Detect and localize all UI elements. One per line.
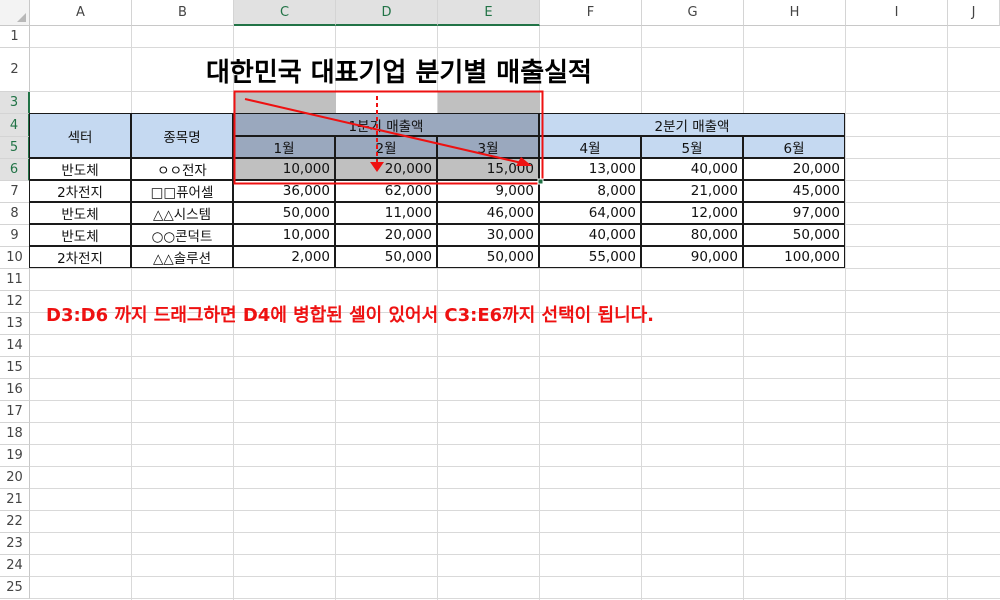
row-header-5[interactable]: 5: [0, 137, 30, 159]
cell-value[interactable]: 50,000: [335, 246, 437, 268]
cell-sector[interactable]: 반도체: [29, 158, 131, 180]
cell-value[interactable]: 21,000: [641, 180, 743, 202]
row-header-3[interactable]: 3: [0, 92, 30, 114]
column-header-a[interactable]: A: [30, 0, 132, 26]
cell-value[interactable]: 100,000: [743, 246, 845, 268]
cell-value[interactable]: 46,000: [437, 202, 539, 224]
row-header-21[interactable]: 21: [0, 489, 30, 511]
cell-e3[interactable]: [438, 92, 540, 114]
cell-value[interactable]: 10,000: [233, 158, 335, 180]
cell-sector[interactable]: 2차전지: [29, 246, 131, 268]
cell-value[interactable]: 13,000: [539, 158, 641, 180]
row-header-2[interactable]: 2: [0, 48, 30, 92]
row-header-19[interactable]: 19: [0, 445, 30, 467]
row-header-7[interactable]: 7: [0, 181, 30, 203]
header-month-4[interactable]: 4월: [539, 136, 641, 158]
column-header-d[interactable]: D: [336, 0, 438, 26]
cell-stock[interactable]: □□퓨어셀: [131, 180, 233, 202]
column-header-b[interactable]: B: [132, 0, 234, 26]
cell-sector[interactable]: 2차전지: [29, 180, 131, 202]
cell-value[interactable]: 12,000: [641, 202, 743, 224]
cell-value[interactable]: 55,000: [539, 246, 641, 268]
spreadsheet: ABCDEFGHIJ 1 2 3 4 5 6 7 8 9 10 11 12 13 14 15 16 17 18 19…: [0, 0, 1000, 600]
cell-value[interactable]: 64,000: [539, 202, 641, 224]
cell-value[interactable]: 50,000: [743, 224, 845, 246]
row-header-24[interactable]: 24: [0, 555, 30, 577]
cell-value[interactable]: 40,000: [641, 158, 743, 180]
cell-stock[interactable]: △△솔루션: [131, 246, 233, 268]
cell-value[interactable]: 20,000: [743, 158, 845, 180]
row-header-16[interactable]: 16: [0, 379, 30, 401]
header-month-5[interactable]: 5월: [641, 136, 743, 158]
header-q1-merged[interactable]: 1분기 매출액: [233, 113, 539, 136]
cell-sector[interactable]: 반도체: [29, 202, 131, 224]
cell-value[interactable]: 36,000: [233, 180, 335, 202]
cell-value[interactable]: 97,000: [743, 202, 845, 224]
row-header-18[interactable]: 18: [0, 423, 30, 445]
cell-value[interactable]: 90,000: [641, 246, 743, 268]
row-header-14[interactable]: 14: [0, 335, 30, 357]
cell-value[interactable]: 50,000: [233, 202, 335, 224]
page-title: 대한민국 대표기업 분기별 매출실적: [206, 58, 592, 88]
cell-sector[interactable]: 반도체: [29, 224, 131, 246]
row-header-11[interactable]: 11: [0, 269, 30, 291]
cell-stock[interactable]: ○○콘덕트: [131, 224, 233, 246]
row-header-1[interactable]: 1: [0, 26, 30, 48]
cell-value[interactable]: 10,000: [233, 224, 335, 246]
cell-stock[interactable]: ㅇㅇ전자: [131, 158, 233, 180]
column-header-g[interactable]: G: [642, 0, 744, 26]
row-header-8[interactable]: 8: [0, 203, 30, 225]
annotation-overlay: [233, 90, 544, 185]
row-header-13[interactable]: 13: [0, 313, 30, 335]
cell-value[interactable]: 15,000: [437, 158, 539, 180]
cell-value[interactable]: 80,000: [641, 224, 743, 246]
cell-value[interactable]: 30,000: [437, 224, 539, 246]
cell-c3[interactable]: [234, 92, 336, 114]
header-month-6[interactable]: 6월: [743, 136, 845, 158]
cell-value[interactable]: 9,000: [437, 180, 539, 202]
select-all-corner[interactable]: [0, 0, 30, 26]
row-header-4[interactable]: 4: [0, 114, 30, 137]
cell-value[interactable]: 45,000: [743, 180, 845, 202]
column-header-i[interactable]: I: [846, 0, 948, 26]
header-month-3[interactable]: 3월: [437, 136, 539, 158]
column-header-c[interactable]: C: [234, 0, 336, 26]
row-header-23[interactable]: 23: [0, 533, 30, 555]
row-header-22[interactable]: 22: [0, 511, 30, 533]
header-month-2[interactable]: 2월: [335, 136, 437, 158]
cell-value[interactable]: 40,000: [539, 224, 641, 246]
cell-value[interactable]: 20,000: [335, 224, 437, 246]
row-header-12[interactable]: 12: [0, 291, 30, 313]
column-header-h[interactable]: H: [744, 0, 846, 26]
annotation-note: D3:D6 까지 드래그하면 D4에 병합된 셀이 있어서 C3:E6까지 선택…: [46, 305, 655, 326]
cell-value[interactable]: 62,000: [335, 180, 437, 202]
cell-value[interactable]: 8,000: [539, 180, 641, 202]
header-stock[interactable]: 종목명: [131, 113, 233, 158]
cell-value[interactable]: 11,000: [335, 202, 437, 224]
column-header-j[interactable]: J: [948, 0, 1000, 26]
cell-stock[interactable]: △△시스템: [131, 202, 233, 224]
column-header-f[interactable]: F: [540, 0, 642, 26]
row-header-17[interactable]: 17: [0, 401, 30, 423]
header-month-1[interactable]: 1월: [233, 136, 335, 158]
row-header-10[interactable]: 10: [0, 247, 30, 269]
row-header-25[interactable]: 25: [0, 577, 30, 599]
cell-value[interactable]: 50,000: [437, 246, 539, 268]
row-header-9[interactable]: 9: [0, 225, 30, 247]
row-header-15[interactable]: 15: [0, 357, 30, 379]
row-header-20[interactable]: 20: [0, 467, 30, 489]
cell-value[interactable]: 20,000: [335, 158, 437, 180]
gridlines: [30, 26, 1000, 600]
column-header-e[interactable]: E: [438, 0, 540, 26]
header-sector[interactable]: 섹터: [29, 113, 131, 158]
header-q2-merged[interactable]: 2분기 매출액: [539, 113, 845, 136]
row-header-6[interactable]: 6: [0, 159, 30, 181]
cell-value[interactable]: 2,000: [233, 246, 335, 268]
